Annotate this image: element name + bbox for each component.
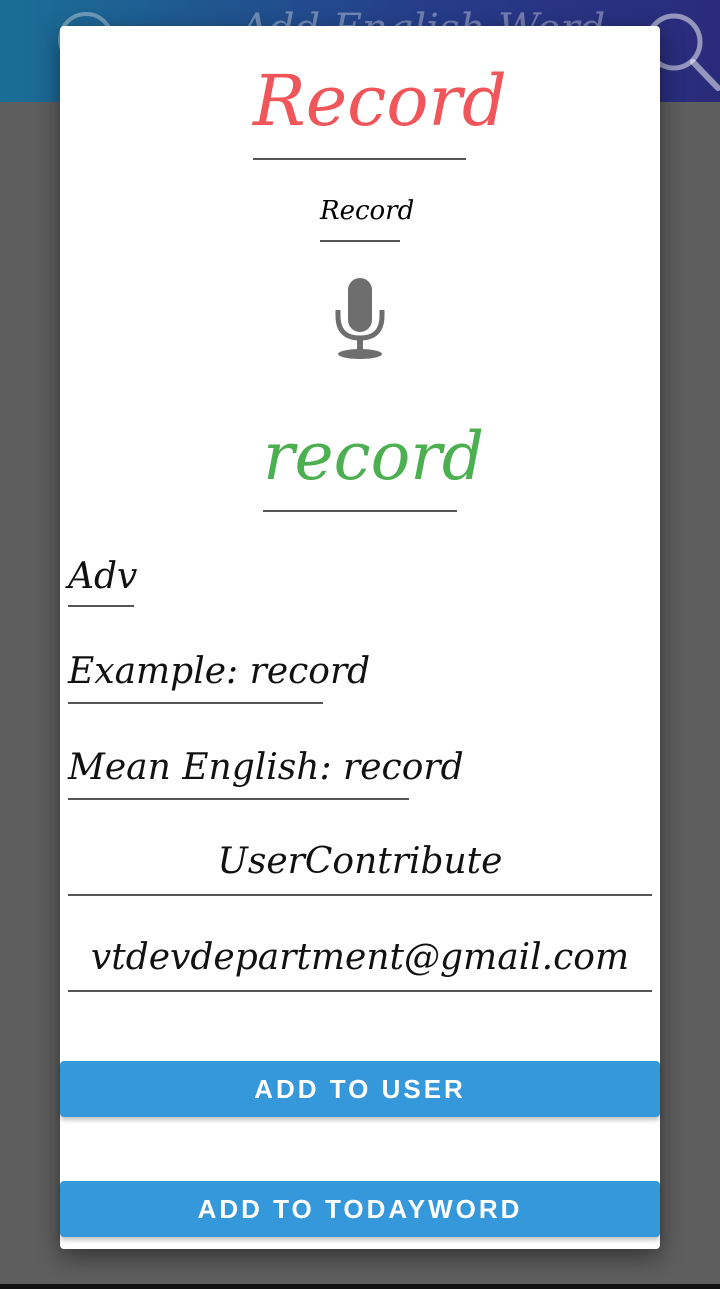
dialog-title: Record xyxy=(253,66,507,160)
word-text: record xyxy=(263,424,484,512)
dialog-subtitle: Record xyxy=(320,198,414,242)
record-dialog: Record Record record Adv Example: record… xyxy=(60,26,660,1249)
bottom-divider xyxy=(0,1284,720,1289)
mean-english-text: Mean English: record xyxy=(68,750,464,800)
part-of-speech: Adv xyxy=(68,559,137,607)
microphone-icon[interactable] xyxy=(330,274,390,364)
screen: Add English Word Record Record record Ad… xyxy=(0,0,720,1289)
example-text: Example: record xyxy=(68,654,370,704)
add-to-todayword-button[interactable]: ADD TO TODAYWORD xyxy=(60,1181,660,1237)
add-to-user-button[interactable]: ADD TO USER xyxy=(60,1061,660,1117)
user-contribute-text: UserContribute xyxy=(68,844,652,896)
email-text: vtdevdepartment@gmail.com xyxy=(68,940,652,992)
